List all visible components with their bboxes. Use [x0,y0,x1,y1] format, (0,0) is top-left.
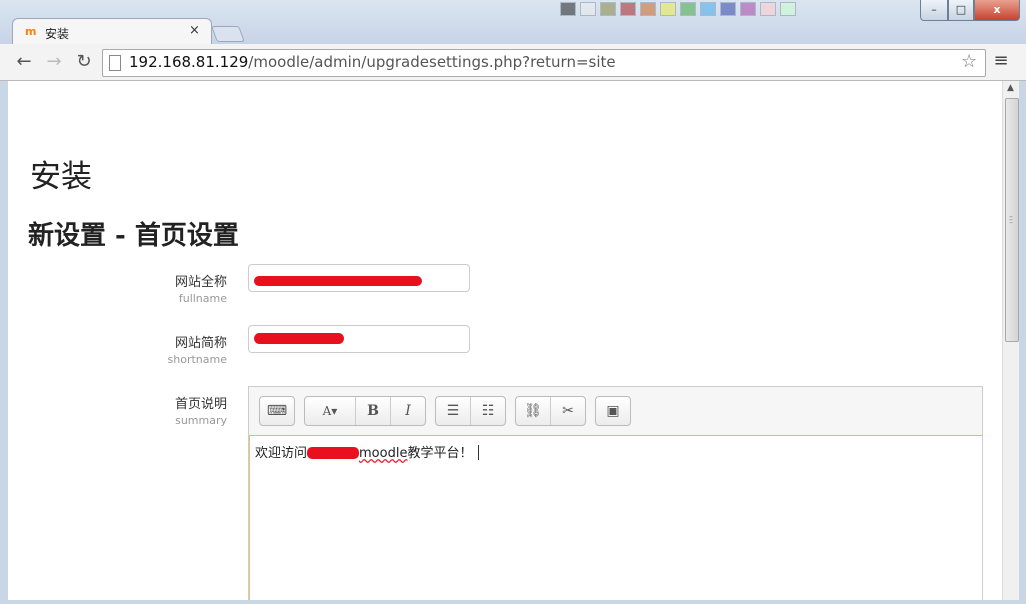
back-button[interactable]: ← [12,50,36,74]
moodle-favicon-icon: m [25,25,37,38]
summary-text-word: moodle [359,446,408,461]
summary-label: 首页说明 [174,397,227,412]
url-text: 192.168.81.129/moodle/admin/upgradesetti… [129,53,616,71]
window-close-button[interactable]: x [974,0,1020,21]
fullname-sublabel: fullname [178,292,227,305]
page-title: 安装 [30,159,92,195]
toolbar-group-links: ⛓ ✂ [515,396,586,426]
redaction-mark [254,333,344,344]
url-host: 192.168.81.129 [129,53,249,71]
numbered-list-icon[interactable]: ☷ [471,397,505,425]
bullet-list-icon[interactable]: ☰ [436,397,471,425]
address-bar[interactable]: 192.168.81.129/moodle/admin/upgradesetti… [102,49,986,77]
toolbar-group-lists: ☰ ☷ [435,396,506,426]
toolbar-group-media: ▣ [595,396,631,426]
summary-text-start: 欢迎访问 [255,446,308,461]
window-border-right [1019,81,1026,600]
font-size-icon[interactable]: A▾ [305,397,356,425]
page-icon [109,55,121,71]
editor-toolbar: ⌨ A▾ B I ☰ ☷ ⛓ ✂ ▣ [249,387,982,435]
bold-icon[interactable]: B [356,397,391,425]
text-caret [478,445,480,460]
redaction-mark [254,276,422,286]
section-title: 新设置 - 首页设置 [28,221,239,251]
show-more-buttons-icon[interactable]: ⌨ [260,397,294,425]
browser-window: m 安装 × – □ x ← → ↻ 192.168.81.129/moodle… [0,0,1026,604]
unlink-icon[interactable]: ✂ [551,397,585,425]
title-bar: m 安装 × – □ x [0,0,1026,46]
shortname-label: 网站简称 [174,336,227,351]
image-icon[interactable]: ▣ [596,397,630,425]
browser-menu-icon[interactable]: ≡ [990,51,1012,71]
summary-text-end: 教学平台！ [407,446,473,461]
scroll-grip-icon: – – – [1009,212,1013,227]
browser-tab[interactable]: m 安装 × [12,18,212,45]
tab-title: 安装 [45,27,70,41]
window-maximize-button[interactable]: □ [948,0,974,21]
url-path: /moodle/admin/upgradesettings.php?return… [248,53,616,71]
fullname-label: 网站全称 [174,275,227,290]
summary-sublabel: summary [175,414,227,427]
link-icon[interactable]: ⛓ [516,397,551,425]
vertical-scrollbar[interactable]: ▲ – – – [1002,81,1020,600]
scroll-up-arrow-icon[interactable]: ▲ [1007,83,1014,93]
redacted-text [307,447,360,459]
shortname-sublabel: shortname [167,353,227,366]
tab-close-icon[interactable]: × [189,23,200,38]
window-minimize-button[interactable]: – [920,0,948,21]
bookmark-star-icon[interactable]: ☆ [961,51,977,72]
browser-toolbar: ← → ↻ 192.168.81.129/moodle/admin/upgrad… [0,44,1026,81]
summary-editor: ⌨ A▾ B I ☰ ☷ ⛓ ✂ ▣ 欢迎访问 moodle教学平台！ [248,386,983,600]
scroll-thumb[interactable]: – – – [1005,98,1019,342]
window-border-bottom [0,600,1026,604]
desktop-background-strip [560,0,920,46]
italic-icon[interactable]: I [391,397,425,425]
toolbar-group-more: ⌨ [259,396,295,426]
new-tab-button[interactable] [211,26,245,42]
summary-content-area[interactable]: 欢迎访问 moodle教学平台！ [249,435,982,600]
forward-button[interactable]: → [42,50,66,74]
toolbar-group-style: A▾ B I [304,396,426,426]
page-viewport: 安装 新设置 - 首页设置 网站全称 fullname 网站简称 shortna… [8,81,1002,600]
window-controls: – □ x [920,0,1020,21]
reload-button[interactable]: ↻ [72,50,96,74]
